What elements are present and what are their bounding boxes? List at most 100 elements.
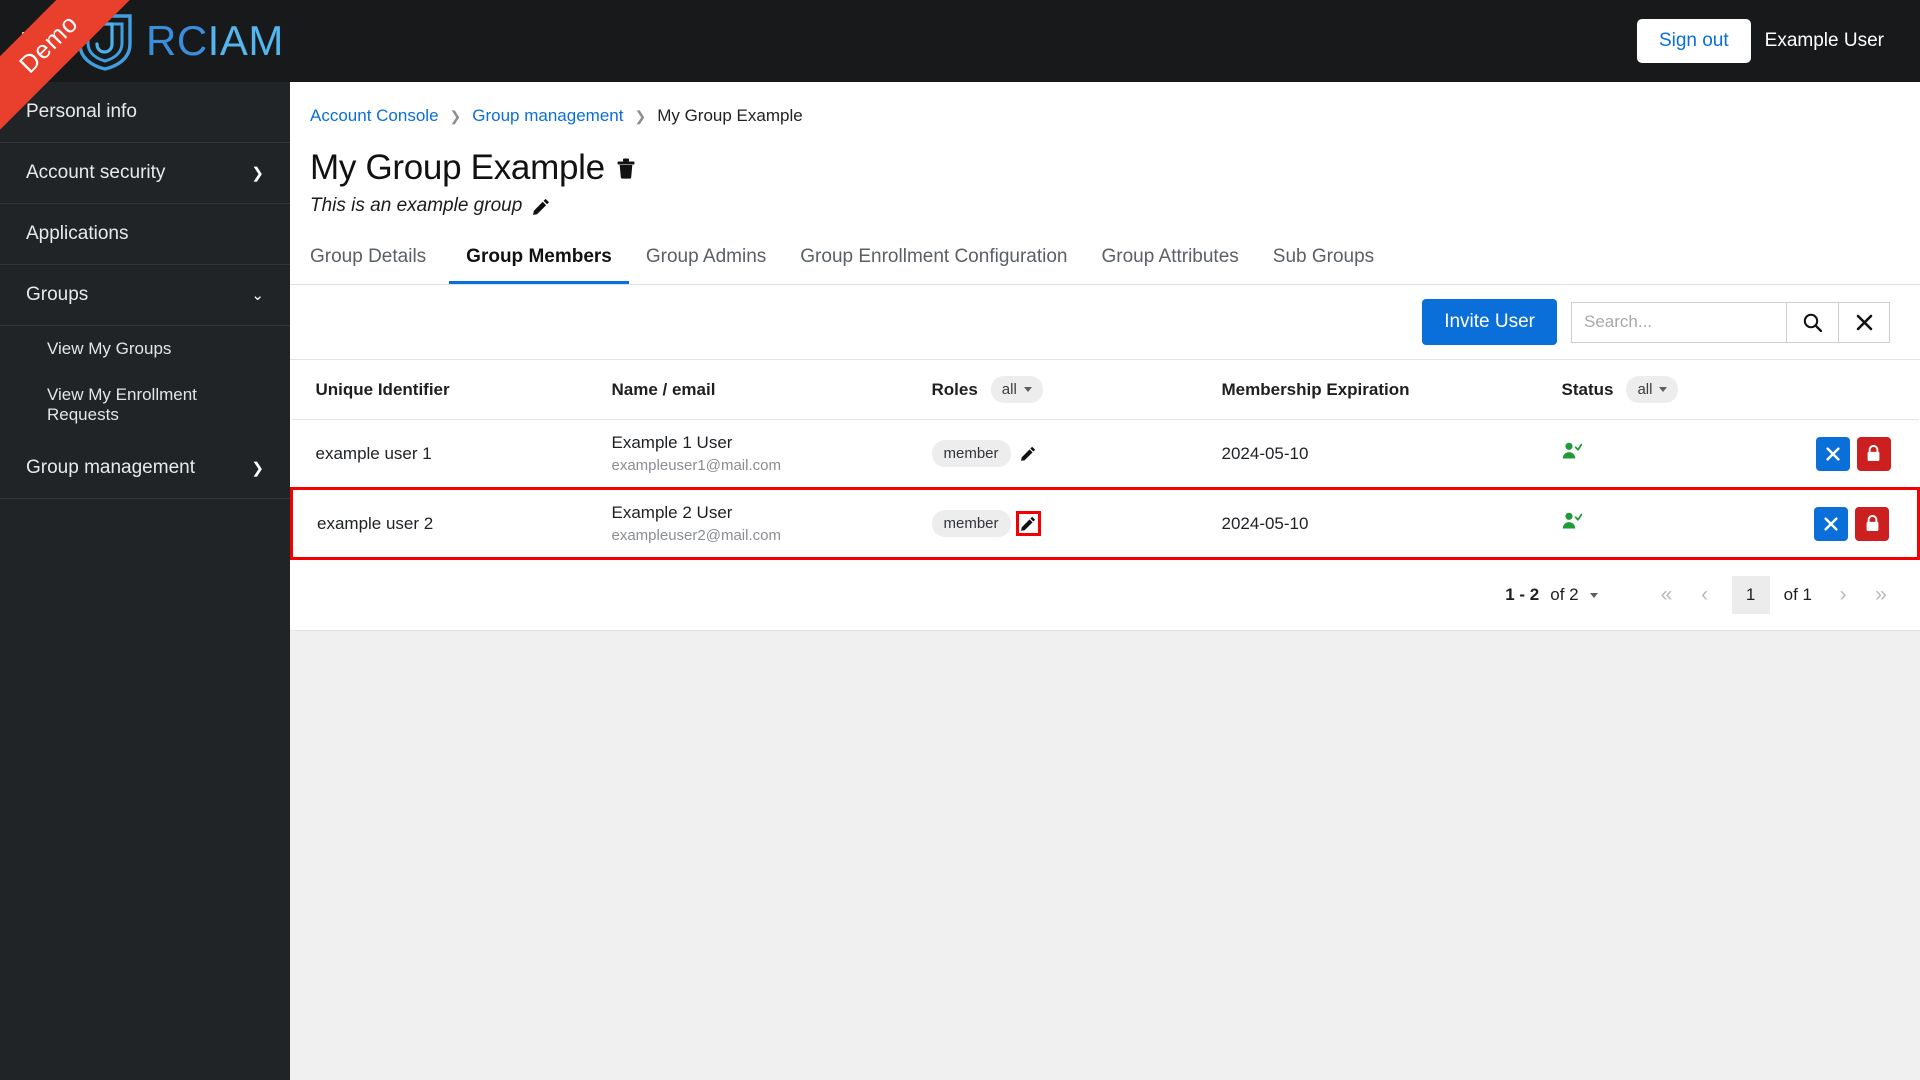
page-subtitle-row: This is an example group — [310, 195, 1920, 217]
pencil-icon[interactable] — [533, 198, 550, 215]
sidebar-item-label: Account security — [26, 162, 166, 183]
member-email: exampleuser1@mail.com — [611, 457, 781, 474]
pagination-range-total: of 2 — [1550, 585, 1579, 604]
page-title: My Group Example — [310, 148, 605, 187]
sidebar-item-groups[interactable]: Groups ⌄ — [0, 265, 290, 326]
tab-sub-groups[interactable]: Sub Groups — [1256, 241, 1391, 284]
cell-roles: member — [931, 419, 1222, 489]
trash-icon[interactable] — [617, 158, 635, 179]
sign-out-button[interactable]: Sign out — [1636, 19, 1751, 63]
pagination-total-pages: of 1 — [1783, 585, 1812, 604]
cell-unique-identifier: example user 2 — [290, 487, 612, 560]
column-header-name-email: Name / email — [611, 360, 932, 420]
current-user-name: Example User — [1764, 30, 1884, 51]
role-badge: member — [931, 510, 1011, 537]
chevron-down-icon — [1589, 592, 1598, 598]
search-input[interactable] — [1571, 301, 1786, 343]
roles-filter-dropdown[interactable]: all — [990, 376, 1043, 403]
remove-member-button[interactable] — [1815, 436, 1850, 471]
column-header-label: Membership Expiration — [1221, 379, 1410, 399]
status-filter-value: all — [1637, 381, 1653, 398]
table-row[interactable]: example user 1 Example 1 User exampleuse… — [291, 419, 1919, 489]
pagination-current-page[interactable]: 1 — [1731, 576, 1770, 614]
status-filter-dropdown[interactable]: all — [1626, 376, 1679, 403]
table-row[interactable]: example user 2 Example 2 User exampleuse… — [290, 487, 1920, 560]
sidebar-item-label: Groups — [26, 284, 89, 305]
hamburger-bar — [22, 39, 42, 43]
column-header-label: Name / email — [611, 379, 716, 399]
chevron-down-icon — [1659, 387, 1668, 392]
breadcrumb-item-current: My Group Example — [657, 106, 803, 125]
top-bar-right: Sign out Example User — [1636, 19, 1884, 63]
chevron-right-icon: ❯ — [251, 459, 264, 477]
table-toolbar: Invite User — [290, 285, 1920, 360]
pagination-bar: 1 - 2 of 2 « ‹ 1 of 1 › » — [290, 560, 1920, 631]
pagination-prev-page-button[interactable]: ‹ — [1686, 576, 1724, 614]
column-header-label: Roles — [931, 379, 978, 399]
brand-logo-group[interactable]: RCIAM — [76, 10, 284, 72]
pagination-last-page-button[interactable]: » — [1862, 576, 1900, 614]
breadcrumb-separator-icon: ❯ — [449, 107, 462, 124]
sidebar-item-applications[interactable]: Applications — [0, 204, 290, 265]
member-name: Example 1 User — [611, 433, 733, 452]
member-name: Example 2 User — [611, 503, 733, 522]
search-box — [1571, 301, 1890, 343]
cell-membership-expiration: 2024-05-10 — [1221, 487, 1562, 560]
top-bar: RCIAM Sign out Example User — [0, 0, 1920, 82]
column-header-label: Status — [1561, 379, 1614, 399]
column-header-roles: Roles all — [931, 360, 1222, 420]
members-table: Unique Identifier Name / email Roles all — [290, 360, 1920, 560]
sidebar-item-account-security[interactable]: Account security ❯ — [0, 143, 290, 204]
search-icon[interactable] — [1786, 301, 1838, 343]
tab-group-enrollment-configuration[interactable]: Group Enrollment Configuration — [783, 241, 1084, 284]
page-title-row: My Group Example — [310, 148, 1920, 188]
sidebar-item-label: Group management — [26, 457, 195, 478]
column-header-status: Status all — [1561, 360, 1792, 420]
pagination-first-page-button[interactable]: « — [1648, 576, 1686, 614]
sidebar-item-label: Personal info — [26, 101, 137, 122]
breadcrumb-item-account-console[interactable]: Account Console — [310, 106, 439, 126]
sidebar-item-view-my-enrollment-requests[interactable]: View My Enrollment Requests — [0, 372, 290, 438]
roles-filter-value: all — [1001, 381, 1017, 398]
tab-group-details[interactable]: Group Details — [310, 241, 443, 284]
brand-name-iam: IAM — [207, 17, 284, 64]
suspend-member-lock-button[interactable] — [1855, 506, 1889, 541]
main-content: Account Console ❯ Group management ❯ My … — [290, 82, 1920, 1080]
pagination-range-dropdown[interactable]: 1 - 2 of 2 — [1505, 585, 1598, 605]
cell-status — [1561, 419, 1792, 489]
shield-logo-icon — [76, 10, 134, 72]
column-header-label: Unique Identifier — [315, 379, 450, 399]
tab-group-members[interactable]: Group Members — [449, 241, 629, 284]
page-background-filler — [290, 631, 1920, 1080]
sidebar-item-group-management[interactable]: Group management ❯ — [0, 438, 290, 499]
clear-search-icon[interactable] — [1838, 301, 1890, 343]
brand-name-rc: RC — [146, 17, 208, 64]
edit-role-pencil-icon[interactable] — [1015, 511, 1041, 536]
sidebar-item-personal-info[interactable]: Personal info — [0, 82, 290, 143]
role-badge: member — [931, 440, 1011, 467]
suspend-member-lock-button[interactable] — [1856, 436, 1891, 471]
pagination-next-page-button[interactable]: › — [1824, 576, 1862, 614]
invite-user-button[interactable]: Invite User — [1422, 299, 1557, 345]
user-verified-icon — [1562, 442, 1582, 464]
members-table-body: example user 1 Example 1 User exampleuse… — [290, 419, 1920, 560]
tab-group-admins[interactable]: Group Admins — [629, 241, 783, 284]
tab-group-attributes[interactable]: Group Attributes — [1084, 241, 1255, 284]
edit-role-pencil-icon[interactable] — [1020, 446, 1036, 461]
remove-member-button[interactable] — [1814, 506, 1848, 541]
column-header-membership-expiration: Membership Expiration — [1221, 360, 1562, 420]
column-header-unique-identifier: Unique Identifier — [291, 360, 612, 420]
column-header-actions — [1791, 360, 1919, 420]
chevron-down-icon — [1023, 387, 1032, 392]
chevron-down-icon: ⌄ — [251, 286, 264, 304]
breadcrumb-separator-icon: ❯ — [634, 107, 647, 124]
content-card: Account Console ❯ Group management ❯ My … — [290, 82, 1920, 631]
sidebar-item-view-my-groups[interactable]: View My Groups — [0, 326, 290, 372]
sidebar-item-label: View My Groups — [47, 339, 172, 358]
page-description: This is an example group — [310, 195, 523, 216]
cell-roles: member — [931, 487, 1222, 560]
breadcrumb-item-group-management[interactable]: Group management — [472, 106, 623, 126]
hamburger-bar — [22, 47, 48, 51]
body-row: Personal info Account security ❯ Applica… — [0, 82, 1920, 1080]
hamburger-icon[interactable] — [22, 31, 48, 51]
